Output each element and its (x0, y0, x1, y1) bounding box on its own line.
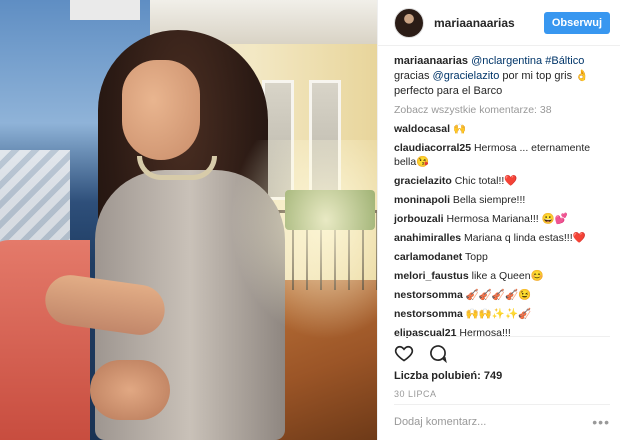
photo-person-face (122, 60, 200, 160)
comment-username[interactable]: nestorsomma (394, 289, 463, 301)
comment-text: Topp (465, 251, 488, 263)
comment-item: carlamodanet Topp (394, 250, 604, 264)
photo-necklace (137, 156, 217, 180)
comment-item: moninapoli Bella siempre!!! (394, 193, 604, 207)
ellipsis-icon[interactable]: ••• (592, 414, 610, 430)
divider (394, 336, 610, 337)
comment-username[interactable]: gracielazito (394, 175, 452, 187)
photo-sun-glare (230, 140, 377, 340)
post-actions (394, 342, 610, 368)
header-username[interactable]: mariaanaarias (434, 16, 544, 30)
comment-item: melori_faustus like a Queen😊 (394, 269, 604, 283)
comment-username[interactable]: nestorsomma (394, 308, 463, 320)
add-comment-bar: ••• (394, 408, 610, 436)
comment-item: elipascual21 Hermosa!!! (394, 326, 604, 340)
caption-mention[interactable]: @nclargentina (471, 55, 542, 67)
comment-item: claudiacorral25 Hermosa ... eternamente … (394, 141, 604, 169)
comment-username[interactable]: moninapoli (394, 194, 450, 206)
caption-text: gracias (394, 70, 430, 82)
post-photo[interactable] (0, 0, 377, 440)
comment-text: Bella siempre!!! (452, 194, 526, 206)
comment-item: nestorsomma 🙌🙌✨✨🎻 (394, 307, 604, 321)
comments-section: mariaanaarias @nclargentina #Báltico gra… (378, 46, 620, 342)
photo-crane (70, 0, 140, 20)
caption-username[interactable]: mariaanaarias (394, 55, 468, 67)
comment-item: jorbouzali Hermosa Mariana!!! 😀💕 (394, 212, 604, 226)
comment-username[interactable]: claudiacorral25 (394, 142, 471, 154)
comment-text: like a Queen😊 (471, 270, 544, 282)
comment-text: Hermosa Mariana!!! 😀💕 (446, 213, 568, 225)
divider (394, 404, 610, 405)
caption-hashtag[interactable]: #Báltico (545, 55, 584, 67)
follow-button[interactable]: Obserwuj (543, 11, 610, 34)
comment-item: nestorsomma 🎻🎻🎻🎻😉 (394, 288, 604, 302)
comment-item: waldocasal 🙌 (394, 122, 604, 136)
avatar[interactable] (394, 7, 424, 38)
comment-username[interactable]: anahimiralles (394, 232, 461, 244)
photo-lifeboat (0, 240, 90, 440)
comment-text: 🎻🎻🎻🎻😉 (465, 289, 532, 301)
comment-text: Chic total!!❤️ (454, 175, 518, 187)
view-all-comments-link[interactable]: Zobacz wszystkie komentarze: 38 (394, 104, 604, 116)
comment-item: gracielazito Chic total!!❤️ (394, 174, 604, 188)
comment-username[interactable]: elipascual21 (394, 327, 456, 339)
likes-count[interactable]: Liczba polubień: 749 (394, 370, 502, 382)
speech-bubble-icon[interactable] (428, 343, 448, 368)
post-sidebar: mariaanaarias Obserwuj mariaanaarias @nc… (377, 0, 620, 440)
comment-username[interactable]: melori_faustus (394, 270, 469, 282)
comment-username[interactable]: waldocasal (394, 123, 450, 135)
caption-mention[interactable]: @gracielazito (433, 70, 500, 82)
instagram-post: mariaanaarias Obserwuj mariaanaarias @nc… (0, 0, 620, 440)
heart-icon[interactable] (394, 343, 414, 368)
post-header: mariaanaarias Obserwuj (378, 0, 620, 46)
caption: mariaanaarias @nclargentina #Báltico gra… (394, 54, 604, 99)
add-comment-input[interactable] (394, 416, 574, 428)
comment-text: 🙌 (452, 123, 467, 135)
comment-username[interactable]: jorbouzali (394, 213, 444, 225)
comment-username[interactable]: carlamodanet (394, 251, 462, 263)
comment-text: Hermosa!!! (459, 327, 511, 339)
post-date: 30 LIPCA (394, 389, 437, 399)
comment-text: Mariana q linda estas!!!❤️ (464, 232, 586, 244)
photo-person-hands (90, 360, 170, 420)
comment-item: anahimiralles Mariana q linda estas!!!❤️ (394, 231, 604, 245)
comment-text: 🙌🙌✨✨🎻 (465, 308, 532, 320)
